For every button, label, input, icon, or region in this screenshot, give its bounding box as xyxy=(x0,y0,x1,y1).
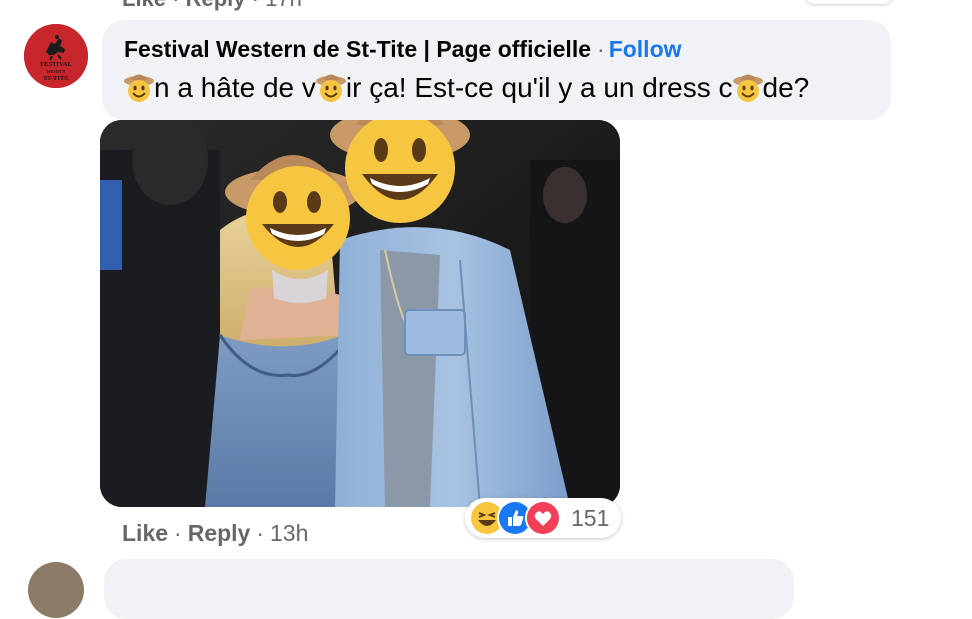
reply-button[interactable]: Reply xyxy=(188,520,251,546)
comment-bubble: Festival Western de St-Tite | Page offic… xyxy=(102,20,891,120)
reaction-count: 151 xyxy=(571,504,610,531)
reactions-summary[interactable]: 151 xyxy=(465,498,622,538)
comment-text-segment: n a hâte de v xyxy=(154,72,316,103)
avatar[interactable]: FESTIVAL western ST-TITE xyxy=(24,24,88,88)
previous-reactions-pill[interactable] xyxy=(804,0,894,4)
actions-separator: · xyxy=(174,520,182,546)
comment-text: n a hâte de v ir ça! Est-ce qu'il y a un… xyxy=(124,72,809,104)
follow-button[interactable]: Follow xyxy=(609,36,682,62)
photo-image xyxy=(100,120,620,507)
author-name[interactable]: Festival Western de St-Tite | Page offic… xyxy=(124,36,591,62)
festival-logo-icon: FESTIVAL western ST-TITE xyxy=(24,24,88,88)
previous-timestamp: 17h xyxy=(265,0,302,11)
comment-photo[interactable] xyxy=(100,120,620,507)
previous-reply-button[interactable]: Reply xyxy=(186,0,246,11)
avatar-line3: ST-TITE xyxy=(43,75,68,82)
comment-text-segment: de? xyxy=(762,72,810,103)
actions-separator-2: · xyxy=(256,520,265,546)
cowboy-face-icon xyxy=(315,72,347,104)
avatar-line1: FESTIVAL xyxy=(40,61,72,68)
cowboy-face-icon xyxy=(732,72,764,104)
love-icon xyxy=(525,500,561,536)
like-button[interactable]: Like xyxy=(122,520,168,546)
author-line: Festival Western de St-Tite | Page offic… xyxy=(124,36,682,63)
next-comment-avatar[interactable] xyxy=(28,562,84,618)
author-separator: · xyxy=(597,36,605,62)
comment-text-segment: ir ça! Est-ce qu'il y a un dress c xyxy=(345,72,733,103)
comment-timestamp[interactable]: 13h xyxy=(270,520,308,546)
comment-actions: Like · Reply · 13h xyxy=(122,520,308,547)
cowboy-face-icon xyxy=(123,72,155,104)
next-comment-bubble xyxy=(104,559,794,619)
previous-comment-actions: Like · Reply · 17h xyxy=(122,0,302,12)
previous-like-button[interactable]: Like xyxy=(122,0,166,11)
